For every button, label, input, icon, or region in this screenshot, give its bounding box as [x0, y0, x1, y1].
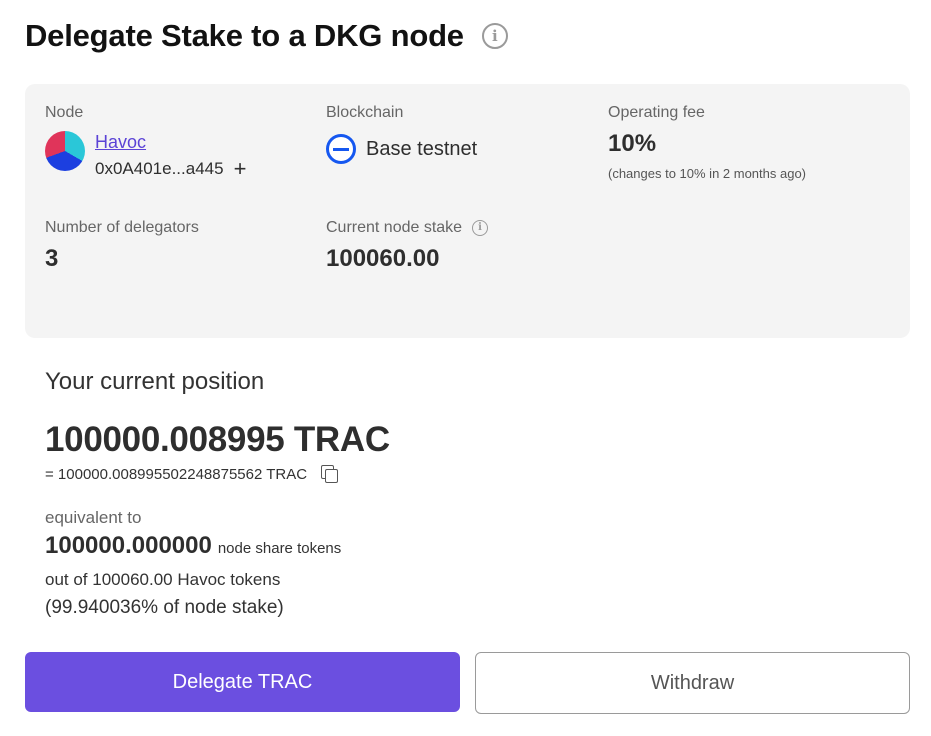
stake-info-icon[interactable]: i: [472, 219, 489, 236]
node-avatar-icon: [45, 131, 85, 171]
blockchain-section: Blockchain Base testnet: [326, 104, 477, 164]
current-position: Your current position 100000.008995 TRAC…: [45, 368, 390, 619]
stake-section: Current node stake i 100060.00: [326, 219, 489, 273]
stake-value: 100060.00: [326, 245, 440, 272]
position-amount: 100000.008995 TRAC: [45, 420, 390, 459]
operating-fee-note: (changes to 10% in 2 months ago): [608, 166, 807, 181]
operating-fee-value: 10%: [608, 130, 657, 157]
position-exact-amount: = 100000.008995502248875562 TRAC: [45, 465, 308, 483]
delegators-label: Number of delegators: [45, 219, 199, 236]
share-tokens-unit: node share tokens: [217, 540, 342, 557]
info-icon[interactable]: i: [481, 23, 508, 49]
copy-icon[interactable]: [319, 464, 339, 484]
node-label: Node: [45, 104, 84, 121]
withdraw-button[interactable]: Withdraw: [475, 652, 910, 714]
share-tokens-value: 100000.000000: [45, 532, 212, 559]
share-tokens-row: 100000.000000 node share tokens: [45, 532, 390, 560]
operating-fee-label: Operating fee: [608, 104, 705, 121]
add-icon[interactable]: +: [234, 158, 247, 180]
header: Delegate Stake to a DKG node i: [25, 18, 508, 54]
position-exact: = 100000.008995502248875562 TRAC: [45, 464, 390, 484]
percent-of-stake: (99.940036% of node stake): [45, 597, 284, 618]
out-of-text: out of 100060.00 Havoc tokens: [45, 570, 281, 589]
equivalent-label: equivalent to: [45, 508, 142, 527]
delegators-section: Number of delegators 3: [45, 219, 199, 273]
base-chain-icon: [326, 134, 356, 164]
blockchain-label: Blockchain: [326, 104, 404, 121]
operating-fee-section: Operating fee 10% (changes to 10% in 2 m…: [608, 104, 806, 181]
delegate-button[interactable]: Delegate TRAC: [25, 652, 460, 712]
delegators-value: 3: [45, 245, 59, 272]
page-title: Delegate Stake to a DKG node: [25, 18, 464, 53]
node-address-text: 0x0A401e...a445: [95, 159, 224, 178]
node-address: 0x0A401e...a445 +: [95, 158, 247, 180]
node-name-link[interactable]: Havoc: [95, 131, 246, 153]
node-section: Node Havoc 0x0A401e...a445 +: [45, 104, 247, 180]
delegate-page: Delegate Stake to a DKG node i Node Havo…: [0, 0, 931, 736]
node-info-card: Node Havoc 0x0A401e...a445 + Blockchain …: [25, 84, 910, 338]
blockchain-name: Base testnet: [366, 137, 478, 160]
stake-label: Current node stake: [326, 219, 463, 236]
stake-label-row: Current node stake i: [326, 219, 489, 237]
position-title: Your current position: [45, 368, 265, 395]
